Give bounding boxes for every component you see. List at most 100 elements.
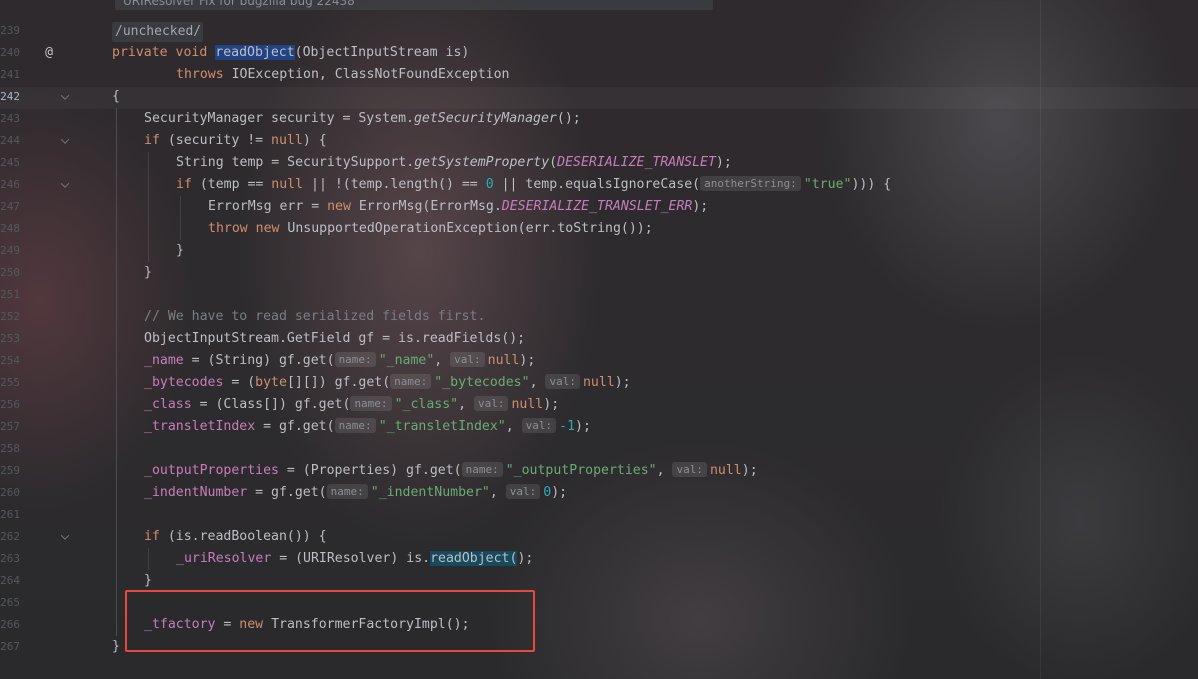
code-line[interactable]: ObjectInputStream.GetField gf = is.readF… <box>144 328 525 350</box>
code-line[interactable]: _bytecodes = (byte[][]) gf.get(name: "_by… <box>144 372 631 394</box>
code-text: ); <box>692 199 709 214</box>
code-text: = (String) gf.get( <box>183 353 335 368</box>
keyword: null <box>271 133 303 148</box>
keyword: throw <box>208 221 248 236</box>
field-name: _outputProperties <box>144 463 279 478</box>
code-line[interactable]: { <box>112 86 120 108</box>
code-text: ); <box>517 551 534 566</box>
keyword: new <box>255 221 280 236</box>
code-text: || temp.equalsIgnoreCase( <box>493 177 701 192</box>
code-line[interactable]: if (temp == null || !(temp.length() == 0… <box>176 174 891 196</box>
string-literal: "_indentNumber" <box>370 485 490 500</box>
static-call: getSecurityManager <box>413 111 557 126</box>
keyword: null <box>511 397 544 412</box>
code-text: IOException, ClassNotFoundException <box>223 67 510 82</box>
parameter-hint: val: <box>450 352 485 367</box>
code-text: = (Class[]) gf.get( <box>191 397 351 412</box>
code-line[interactable]: _indentNumber = gf.get(name: "_indentNumb… <box>144 482 567 504</box>
code-line[interactable]: if (is.readBoolean()) { <box>144 526 327 548</box>
code-text: SecurityManager security = System. <box>144 111 414 126</box>
code-text: (ObjectInputStream is) <box>294 45 470 60</box>
code-line[interactable]: // We have to read serialized fields fir… <box>144 306 485 328</box>
code-line[interactable]: throw new UnsupportedOperationException(… <box>208 218 653 240</box>
parameter-hint: name: <box>326 484 368 499</box>
parameter-hint: val: <box>521 418 557 433</box>
keyword: if <box>144 133 160 148</box>
parameter-hint: name: <box>461 462 503 477</box>
code-text: ); <box>543 397 560 412</box>
code-text: = ( <box>223 375 256 390</box>
code-text: = (Properties) gf.get( <box>278 463 462 478</box>
keyword: if <box>176 177 192 192</box>
field-name: _class <box>144 397 192 412</box>
field-name: _transletIndex <box>144 419 256 434</box>
string-literal: "_bytecodes" <box>434 375 530 390</box>
field-name: _uriResolver <box>176 551 272 566</box>
code-line[interactable]: throws IOException, ClassNotFoundExcepti… <box>176 64 509 86</box>
code-line[interactable]: } <box>144 262 152 284</box>
code-editor[interactable]: 239 240 241 242 243 244 245 246 247 248 … <box>0 0 1198 679</box>
code-line[interactable]: _transletIndex = gf.get(name: "_transletI… <box>144 416 591 438</box>
code-text: } <box>176 243 184 258</box>
code-text: (security != <box>159 133 272 148</box>
parameter-hint: val: <box>505 484 541 499</box>
field-name: _name <box>144 353 184 368</box>
parameter-hint: name: <box>334 418 376 433</box>
code-text: = gf.get( <box>255 419 335 434</box>
code-line[interactable]: } <box>176 240 184 262</box>
code-text: ); <box>614 375 631 390</box>
method-name-selected[interactable]: readObject <box>215 45 295 60</box>
code-text: = gf.get( <box>247 485 327 500</box>
string-literal: "_name" <box>378 353 435 368</box>
code-line[interactable]: _uriResolver = (URIResolver) is.readObje… <box>176 548 533 570</box>
code-line[interactable]: if (security != null) { <box>144 130 327 152</box>
string-literal: "true" <box>803 177 852 192</box>
code-text: ); <box>519 353 536 368</box>
code-text: } <box>144 573 152 588</box>
code-text: ObjectInputStream.GetField gf = is.readF… <box>144 331 526 346</box>
code-text: (temp == <box>191 177 272 192</box>
method-usage-highlight[interactable]: readObject <box>430 551 510 566</box>
code-text: ); <box>551 485 568 500</box>
code-text: ))) { <box>851 177 892 192</box>
keyword: byte <box>255 375 287 390</box>
code-text: { <box>112 89 120 104</box>
code-text: || !(temp.length() == <box>303 177 486 192</box>
code-text: ); <box>741 463 758 478</box>
parameter-hint: val: <box>672 462 707 477</box>
parameter-hint: val: <box>545 374 580 389</box>
code-text: } <box>112 639 120 654</box>
code-text: = (URIResolver) is. <box>271 551 431 566</box>
code-text: ); <box>575 419 591 434</box>
field-name: _indentNumber <box>144 485 248 500</box>
code-line[interactable]: _name = (String) gf.get(name: "_name", va… <box>144 350 535 372</box>
code-text: [][]) gf.get( <box>286 375 391 390</box>
code-line[interactable]: } <box>144 570 152 592</box>
constant: DESERIALIZE_TRANSLET_ERR <box>501 199 693 214</box>
string-literal: "_class" <box>394 397 459 412</box>
keyword: null <box>487 353 520 368</box>
code-line[interactable]: String temp = SecuritySupport.getSystemP… <box>176 152 732 174</box>
code-text: ( <box>549 155 558 170</box>
code-line[interactable]: _class = (Class[]) gf.get(name: "_class",… <box>144 394 559 416</box>
code-area[interactable]: private void readObject(ObjectInputStrea… <box>0 0 1198 679</box>
static-call: getSystemProperty <box>414 155 550 170</box>
highlight-annotation-box <box>125 590 535 652</box>
parameter-hint: name: <box>390 374 432 389</box>
code-comment: // We have to read serialized fields fir… <box>144 309 486 324</box>
code-text: ); <box>715 155 732 170</box>
code-line[interactable]: } <box>112 636 120 658</box>
parameter-hint: name: <box>334 352 376 367</box>
code-text: (); <box>556 111 581 126</box>
number-literal: 0 <box>543 485 552 500</box>
parameter-hint: name: <box>350 396 392 411</box>
code-line[interactable]: ErrorMsg err = new ErrorMsg(ErrorMsg.DES… <box>208 196 708 218</box>
keyword: if <box>144 529 160 544</box>
keyword: new <box>327 199 351 214</box>
code-text: String temp = SecuritySupport. <box>176 155 415 170</box>
code-line[interactable]: SecurityManager security = System.getSec… <box>144 108 581 130</box>
string-literal: "_outputProperties" <box>505 463 657 478</box>
keyword: void <box>175 45 208 60</box>
code-line[interactable]: _outputProperties = (Properties) gf.get(… <box>144 460 758 482</box>
code-line[interactable]: private void readObject(ObjectInputStrea… <box>112 42 469 64</box>
